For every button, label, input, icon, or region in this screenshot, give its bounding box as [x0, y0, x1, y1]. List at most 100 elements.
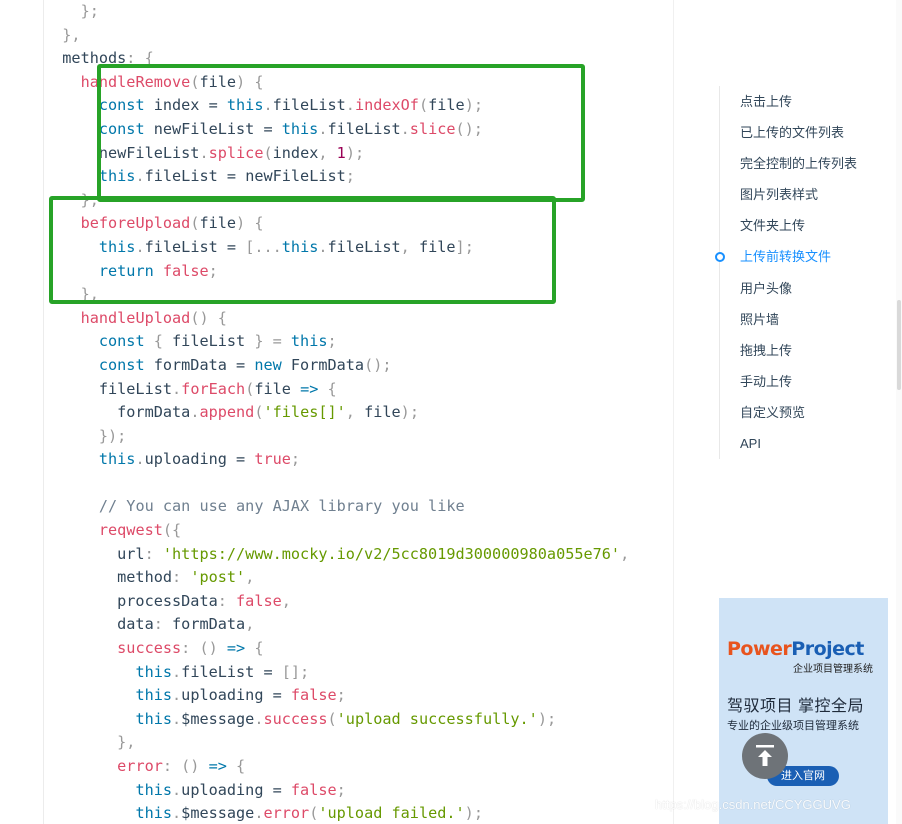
code-token: this [135, 686, 173, 705]
code-token: } = [245, 332, 291, 351]
code-line: this.uploading = true; [44, 448, 629, 472]
code-token: ; [336, 780, 346, 799]
anchor-nav-item[interactable]: 上传前转换文件 [715, 241, 890, 272]
code-token: error [117, 757, 163, 775]
content-divider [673, 0, 674, 824]
code-token: ); [464, 804, 483, 823]
code-token: => [208, 757, 227, 775]
scrollbar-thumb[interactable] [897, 300, 901, 390]
back-to-top-button[interactable] [742, 733, 788, 779]
code-token: uploading = [181, 686, 291, 705]
anchor-nav-item[interactable]: 点击上传 [720, 86, 890, 117]
code-token: ; [290, 450, 301, 469]
code-token: file [364, 403, 401, 422]
code-token: }, [44, 733, 136, 752]
code-line: error: () => { [44, 755, 629, 779]
anchor-nav-label: 拖拽上传 [740, 342, 793, 358]
code-token: uploading = [181, 780, 291, 799]
anchor-nav-label: API [740, 436, 761, 452]
code-line: }, [44, 24, 629, 48]
code-token: formData = [144, 355, 255, 374]
code-token: { [245, 639, 264, 658]
anchor-nav-item[interactable]: 照片墙 [720, 304, 890, 335]
code-token: fileList [44, 379, 173, 398]
anchor-nav-label: 用户头像 [740, 280, 793, 296]
code-line: const { fileList } = this; [44, 330, 629, 354]
code-token: formData [172, 615, 246, 634]
anchor-nav-item[interactable]: 用户头像 [720, 273, 890, 304]
code-line: this.uploading = false; [44, 779, 629, 803]
code-token: : [217, 591, 237, 610]
code-line: handleUpload() { [44, 307, 629, 331]
scrollbar-track[interactable] [896, 0, 902, 824]
anchor-nav-item[interactable]: 完全控制的上传列表 [720, 148, 890, 179]
code-line: formData.append('files[]', file); [44, 401, 629, 425]
anchor-nav-label: 上传前转换文件 [740, 249, 832, 265]
code-line: method: 'post', [44, 566, 629, 590]
code-token: { [144, 332, 173, 351]
code-token: handleUpload [80, 308, 191, 327]
code-line: data: formData, [44, 613, 629, 637]
code-line: url: 'https://www.mocky.io/v2/5cc8019d30… [44, 543, 629, 567]
anchor-nav-item[interactable]: 图片列表样式 [720, 179, 890, 210]
ad-banner[interactable]: PowerProject 企业项目管理系统 驾驭项目 掌控全局 专业的企业级项目… [719, 598, 888, 824]
code-token: . [172, 686, 182, 705]
code-line: this.fileList = []; [44, 661, 629, 685]
code-token: this [135, 780, 173, 799]
code-token: FormData [281, 355, 365, 374]
ad-logo: PowerProject [727, 638, 864, 660]
anchor-nav-item[interactable]: 拖拽上传 [720, 335, 890, 366]
ad-description: 专业的企业级项目管理系统 [727, 720, 859, 732]
code-token: append [199, 403, 255, 422]
anchor-nav-label: 照片墙 [740, 311, 780, 327]
anchor-nav-item[interactable]: 文件夹上传 [720, 210, 890, 241]
code-line: const formData = new FormData(); [44, 354, 629, 378]
code-line: // You can use any AJAX library you like [44, 495, 629, 519]
code-token: this [98, 450, 136, 469]
code-token: }, [44, 25, 81, 44]
code-token: }); [44, 426, 127, 445]
code-token: ); [537, 709, 557, 728]
code-token: const [98, 355, 145, 374]
code-token: processData [44, 591, 218, 610]
code-token: { [226, 757, 246, 775]
code-token: => [226, 639, 246, 658]
anchor-nav-label: 自定义预览 [740, 404, 806, 420]
anchor-nav-label: 图片列表样式 [740, 187, 819, 203]
anchor-nav: 点击上传已上传的文件列表 完全控制的上传列表图片列表样式文件夹上传上传前转换文件用… [715, 86, 890, 460]
code-token: 'upload failed.' [318, 804, 465, 823]
arrow-to-top-icon [756, 745, 774, 766]
code-token: () { [190, 308, 227, 327]
anchor-nav-item[interactable]: 自定义预览 [720, 397, 890, 428]
anchor-nav-item[interactable]: 已上传的文件列表 [720, 117, 890, 148]
code-token: data [44, 615, 154, 634]
code-token: forEach [181, 379, 246, 398]
code-token: success [263, 709, 328, 728]
code-token: fileList = [181, 662, 282, 681]
ad-subtitle: 企业项目管理系统 [793, 664, 873, 675]
code-token: . [172, 780, 182, 799]
code-token: this [135, 804, 173, 823]
anchor-nav-item[interactable]: API [720, 428, 890, 459]
code-token: $message [181, 804, 255, 823]
code-token: false [236, 591, 282, 610]
code-token: this [290, 332, 328, 351]
code-token: 'https://www.mocky.io/v2/5cc8019d3000009… [162, 544, 621, 563]
anchor-nav-label: 点击上传 [740, 94, 793, 109]
code-line: this.$message.error('upload failed.'); [44, 802, 629, 824]
code-line: this.$message.success('upload successful… [44, 708, 629, 732]
anchor-nav-item[interactable]: 手动上传 [720, 366, 890, 397]
code-token: const [98, 332, 145, 351]
code-token: file [254, 379, 301, 398]
code-token: ; [327, 332, 337, 351]
code-token: error [263, 804, 310, 823]
code-token: ( [309, 804, 319, 823]
code-token: (); [364, 355, 392, 374]
code-token: , [245, 615, 255, 634]
